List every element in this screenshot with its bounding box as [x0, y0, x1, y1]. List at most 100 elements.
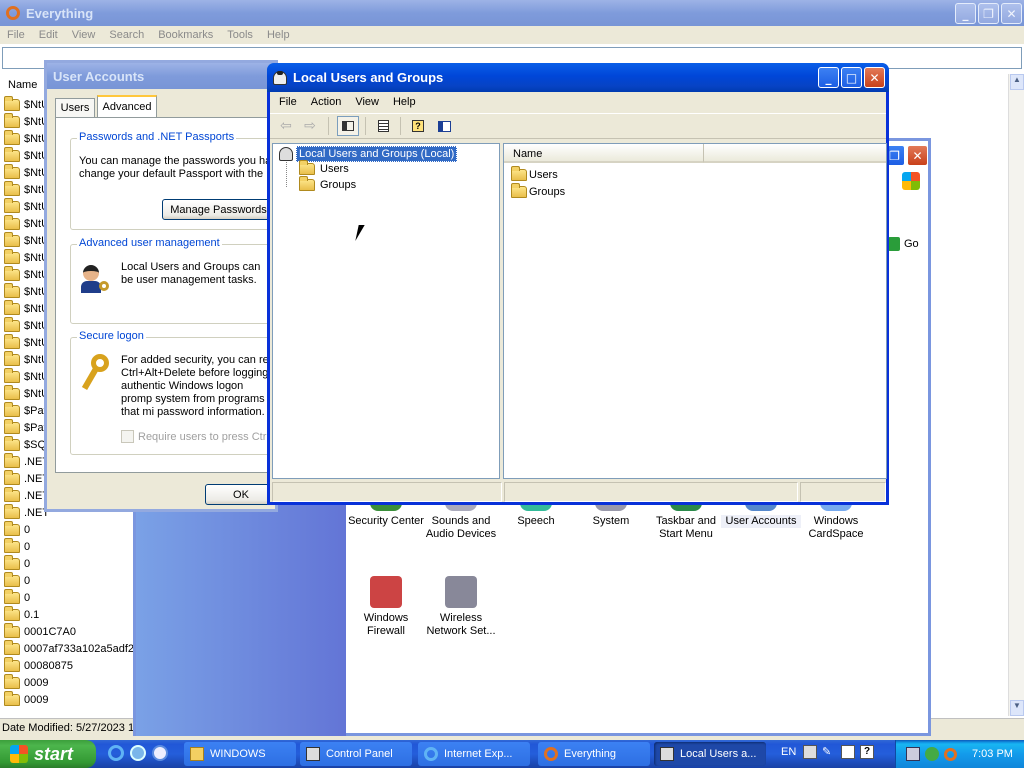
file-row[interactable]: 0: [4, 521, 134, 538]
help-icon[interactable]: ?: [407, 116, 429, 136]
back-arrow-icon[interactable]: ⇦: [276, 117, 296, 135]
file-row[interactable]: 0: [4, 555, 134, 572]
everything-menu-edit[interactable]: Edit: [32, 29, 65, 41]
show-hide-console-tree-icon[interactable]: [337, 116, 359, 136]
cp-item-taskbar[interactable]: Taskbar and Start Menu: [646, 501, 726, 541]
file-row[interactable]: 0001C7A0: [4, 623, 134, 640]
everything-menu-bookmarks[interactable]: Bookmarks: [151, 29, 220, 41]
ie-quicklaunch-icon[interactable]: [108, 745, 124, 761]
file-row[interactable]: 0007af733a102a5adf2: [4, 640, 134, 657]
everything-menu-help[interactable]: Help: [260, 29, 297, 41]
folder-icon: [4, 147, 20, 162]
cp-item-speech[interactable]: Speech: [496, 501, 576, 528]
lusrmgr-menu-file[interactable]: File: [272, 96, 304, 108]
language-indicator[interactable]: EN: [781, 746, 796, 758]
cp-item-wireless[interactable]: Wireless Network Set...: [421, 576, 501, 638]
file-name: 0001C7A0: [24, 625, 76, 638]
everything-menu-search[interactable]: Search: [102, 29, 151, 41]
forward-arrow-icon[interactable]: ⇨: [300, 117, 320, 135]
file-row[interactable]: 0: [4, 572, 134, 589]
user-accounts-tab-users[interactable]: Users: [55, 98, 95, 117]
taskbar-button-folder[interactable]: WINDOWS: [184, 742, 296, 766]
ie-icon: [424, 747, 438, 761]
folder-icon: [4, 283, 20, 298]
folder-icon: [4, 300, 20, 315]
cp-item-firewall[interactable]: Windows Firewall: [346, 576, 426, 638]
file-row[interactable]: 0009: [4, 674, 134, 691]
everything-menu-file[interactable]: File: [0, 29, 32, 41]
clock[interactable]: 7:03 PM: [972, 748, 1013, 760]
file-row[interactable]: 0: [4, 589, 134, 606]
file-row[interactable]: 0: [4, 538, 134, 555]
user-accounts-titlebar[interactable]: User Accounts: [47, 63, 275, 89]
everything-tray-icon[interactable]: [944, 747, 957, 761]
firewall-icon: [370, 576, 402, 608]
file-row[interactable]: 0.1: [4, 606, 134, 623]
lusrmgr-minimize-button[interactable]: _: [818, 67, 839, 88]
cp-item-system[interactable]: System: [571, 501, 651, 528]
require-ctrl-alt-del-checkbox[interactable]: Require users to press Ctrl+: [121, 430, 275, 443]
network-tray-icon[interactable]: [906, 747, 920, 761]
lusrmgr-menu-help[interactable]: Help: [386, 96, 423, 108]
keyboard-icon[interactable]: [803, 745, 817, 759]
folder-icon: [4, 674, 20, 689]
lusrmgr-statusbar: [272, 482, 886, 502]
cp-item-security-center[interactable]: Security Center: [346, 501, 426, 528]
cp-item-user-accounts[interactable]: User Accounts: [721, 501, 801, 528]
folder-icon: [4, 504, 20, 519]
everything-restore-button[interactable]: ❐: [978, 3, 999, 24]
taskbar-button-control-panel[interactable]: Control Panel: [300, 742, 412, 766]
help-icon[interactable]: ?: [860, 745, 874, 759]
properties-icon[interactable]: [433, 116, 455, 136]
lusrmgr-maximize-button[interactable]: □: [841, 67, 862, 88]
folder-icon: [4, 623, 20, 638]
taskbar-button-everything[interactable]: Everything: [538, 742, 650, 766]
lusrmgr-titlebar[interactable]: Local Users and Groups: [267, 63, 889, 92]
everything-titlebar[interactable]: Everything: [0, 0, 1024, 26]
handwriting-icon[interactable]: [841, 745, 855, 759]
cp-item-sounds[interactable]: Sounds and Audio Devices: [421, 501, 501, 541]
folder-icon: [4, 96, 20, 111]
folder-icon: [4, 453, 20, 468]
everything-column-name[interactable]: Name: [8, 79, 37, 91]
cp-item-cardspace[interactable]: Windows CardSpace: [796, 501, 876, 541]
list-item-groups[interactable]: Groups: [511, 183, 565, 198]
cp-item-label: Speech: [517, 515, 555, 527]
folder-icon: [4, 572, 20, 587]
security-tray-icon[interactable]: [925, 747, 939, 761]
everything-menu-view[interactable]: View: [65, 29, 103, 41]
explorer-quicklaunch-icon[interactable]: [130, 745, 146, 761]
taskbar-button-ie[interactable]: Internet Exp...: [418, 742, 530, 766]
file-row[interactable]: 00080875: [4, 657, 134, 674]
folder-icon: [4, 555, 20, 570]
go-button[interactable]: Go: [888, 237, 919, 251]
export-list-icon[interactable]: [372, 116, 394, 136]
folder-icon: [4, 640, 20, 655]
tree-item-groups[interactable]: Groups: [299, 176, 356, 191]
everything-minimize-button[interactable]: _: [955, 3, 976, 24]
media-quicklaunch-icon[interactable]: [152, 745, 168, 761]
everything-menu-tools[interactable]: Tools: [220, 29, 260, 41]
taskbar-button-users[interactable]: Local Users a...: [654, 742, 766, 766]
lusrmgr-list-pane: Name Users Groups: [503, 143, 887, 479]
lusrmgr-menu-action[interactable]: Action: [304, 96, 349, 108]
file-row[interactable]: 0009: [4, 691, 134, 708]
file-name: 0009: [24, 693, 49, 706]
start-button[interactable]: start: [0, 740, 96, 768]
lusrmgr-menu-view[interactable]: View: [348, 96, 386, 108]
folder-icon: [4, 113, 20, 128]
quick-launch: [108, 745, 168, 761]
user-accounts-tab-panel: Passwords and .NET Passports You can man…: [55, 117, 280, 473]
folder-icon: [4, 130, 20, 145]
list-item-users[interactable]: Users: [511, 166, 558, 181]
lusrmgr-close-button[interactable]: ✕: [864, 67, 885, 88]
tree-item-users[interactable]: Users: [299, 160, 349, 175]
everything-close-button[interactable]: ✕: [1001, 3, 1022, 24]
pen-icon[interactable]: ✎: [822, 745, 836, 759]
manage-passwords-button[interactable]: Manage Passwords: [162, 199, 275, 220]
user-accounts-tab-advanced[interactable]: Advanced: [97, 95, 157, 118]
everything-scrollbar[interactable]: ▲ ▼: [1008, 74, 1024, 716]
control-panel-close-button[interactable]: ✕: [907, 145, 928, 166]
file-name: 0: [24, 523, 31, 536]
list-header-name[interactable]: Name: [504, 144, 704, 163]
